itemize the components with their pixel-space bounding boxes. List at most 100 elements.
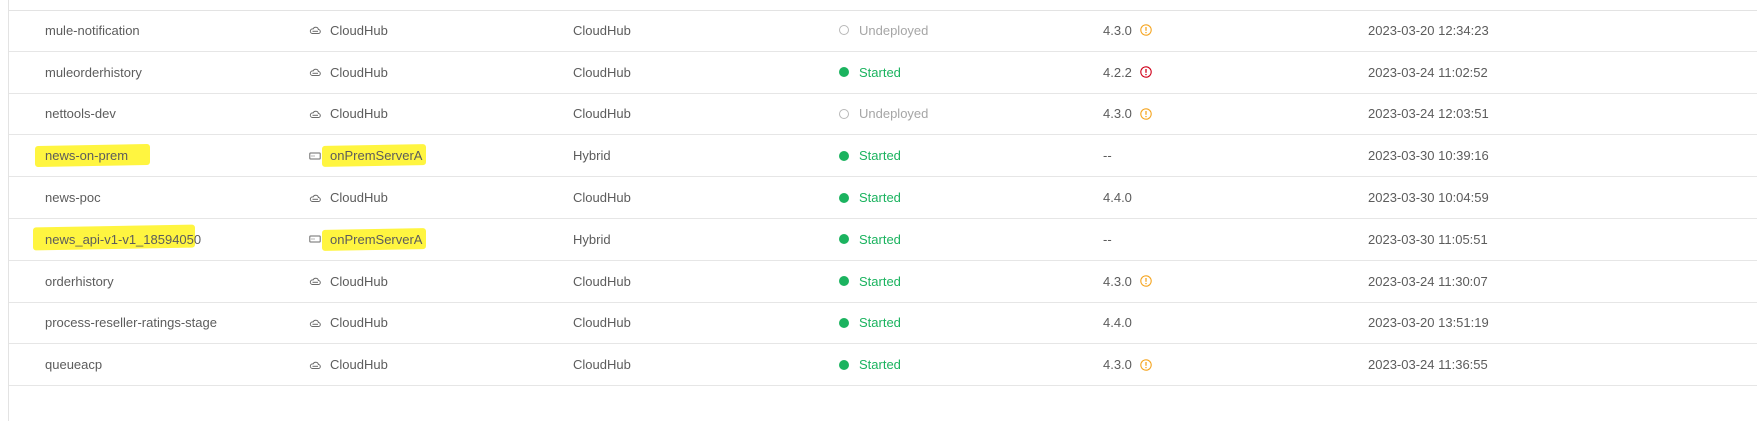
type-cell: Hybrid: [573, 135, 611, 176]
runtime-version: 4.4.0: [1103, 315, 1132, 331]
status-label: Started: [859, 190, 901, 206]
app-name[interactable]: queueacp: [45, 357, 102, 372]
type-cell: CloudHub: [573, 94, 631, 135]
app-name-cell[interactable]: nettools-dev: [45, 94, 116, 135]
last-updated: 2023-03-24 11:36:55: [1368, 357, 1488, 373]
app-name-cell[interactable]: news-poc: [45, 177, 101, 218]
table-row[interactable]: news-poc CloudHub CloudHub Started 4.4.0…: [9, 177, 1757, 219]
table-row[interactable]: orderhistory CloudHub CloudHub Started 4…: [9, 261, 1757, 303]
warning-icon[interactable]: [1140, 108, 1152, 120]
runtime-version-cell: 4.3.0: [1103, 10, 1152, 51]
last-updated-cell: 2023-03-24 11:30:07: [1368, 261, 1488, 302]
cloud-icon: [309, 108, 321, 120]
target-cell: onPremServerA: [309, 219, 422, 260]
table-row[interactable]: news_api-v1-v1_18594050 onPremServerA Hy…: [9, 219, 1757, 261]
status-cell: Started: [839, 52, 901, 93]
started-status-dot-icon: [839, 67, 849, 78]
app-name[interactable]: process-reseller-ratings-stage: [45, 315, 217, 330]
last-updated: 2023-03-24 12:03:51: [1368, 106, 1489, 122]
type-cell: CloudHub: [573, 177, 631, 218]
app-name[interactable]: mule-notification: [45, 23, 140, 38]
app-name[interactable]: orderhistory: [45, 274, 114, 289]
type-cell: Hybrid: [573, 219, 611, 260]
app-name[interactable]: muleorderhistory: [45, 65, 142, 80]
target-cell: CloudHub: [309, 261, 388, 302]
runtime-version-cell: 4.4.0: [1103, 303, 1132, 344]
server-type: CloudHub: [573, 315, 631, 331]
app-name-cell[interactable]: news-on-prem: [45, 135, 128, 176]
last-updated-cell: 2023-03-24 11:02:52: [1368, 52, 1488, 93]
cloud-icon: [309, 24, 321, 36]
app-name-cell[interactable]: process-reseller-ratings-stage: [45, 303, 217, 344]
server-type: CloudHub: [573, 106, 631, 122]
table-row[interactable]: news-on-prem onPremServerA Hybrid Starte…: [9, 135, 1757, 178]
app-name[interactable]: news-poc: [45, 190, 101, 205]
runtime-version: 4.4.0: [1103, 190, 1132, 206]
table-row[interactable]: process-reseller-ratings-stage CloudHub …: [9, 303, 1757, 345]
last-updated-cell: 2023-03-24 12:03:51: [1368, 94, 1489, 135]
server-type: Hybrid: [573, 148, 611, 164]
server-type: CloudHub: [573, 357, 631, 373]
status-label: Started: [859, 273, 901, 289]
target-name: CloudHub: [330, 357, 388, 373]
app-name[interactable]: nettools-dev: [45, 106, 116, 121]
started-status-dot-icon: [839, 234, 849, 245]
table-row[interactable]: muleorderhistory CloudHub CloudHub Start…: [9, 52, 1757, 94]
target-name: CloudHub: [330, 64, 388, 80]
runtime-version-cell: 4.3.0: [1103, 94, 1152, 135]
target-name: onPremServerA: [330, 231, 423, 247]
runtime-version: --: [1103, 148, 1112, 164]
status-cell: Started: [839, 135, 901, 176]
status-label: Started: [859, 315, 901, 331]
table-row[interactable]: mule-notification CloudHub CloudHub Unde…: [9, 10, 1757, 52]
last-updated: 2023-03-24 11:02:52: [1368, 64, 1488, 80]
cloud-icon: [309, 317, 321, 329]
app-name-cell[interactable]: news_api-v1-v1_18594050: [45, 219, 201, 260]
status-cell: Started: [839, 344, 901, 385]
cloud-icon: [309, 192, 321, 204]
app-name-cell[interactable]: mule-notification: [45, 10, 140, 51]
undeployed-status-dot-icon: [839, 25, 849, 36]
warning-icon[interactable]: [1140, 24, 1152, 37]
runtime-version-cell: 4.3.0: [1103, 344, 1152, 385]
status-label: Started: [859, 357, 901, 373]
app-name-cell[interactable]: orderhistory: [45, 261, 114, 302]
status-cell: Started: [839, 261, 901, 302]
runtime-version: 4.3.0: [1103, 22, 1132, 38]
last-updated: 2023-03-20 13:51:19: [1368, 315, 1489, 331]
runtime-version-cell: 4.4.0: [1103, 177, 1132, 218]
last-updated-cell: 2023-03-24 11:36:55: [1368, 344, 1488, 385]
server-type: CloudHub: [573, 64, 631, 80]
server-type: CloudHub: [573, 22, 631, 38]
target-cell: CloudHub: [309, 94, 388, 135]
last-updated: 2023-03-20 12:34:23: [1368, 22, 1489, 38]
type-cell: CloudHub: [573, 52, 631, 93]
table-row[interactable]: queueacp CloudHub CloudHub Started 4.3.0…: [9, 344, 1757, 387]
status-label: Started: [859, 231, 901, 247]
status-label: Undeployed: [859, 22, 929, 38]
app-name-cell[interactable]: queueacp: [45, 344, 102, 385]
target-name: CloudHub: [330, 22, 388, 38]
warning-icon[interactable]: [1140, 275, 1152, 287]
status-label: Undeployed: [859, 106, 929, 122]
applications-table: mule-notification CloudHub CloudHub Unde…: [9, 10, 1757, 387]
app-name[interactable]: news_api-v1-v1_18594050: [45, 232, 201, 247]
target-name: CloudHub: [330, 273, 388, 289]
app-name-cell[interactable]: muleorderhistory: [45, 52, 142, 93]
warning-icon[interactable]: [1140, 359, 1152, 371]
app-name[interactable]: news-on-prem: [45, 148, 128, 163]
last-updated-cell: 2023-03-30 11:05:51: [1368, 219, 1488, 260]
status-cell: Started: [839, 303, 901, 344]
target-cell: CloudHub: [309, 10, 388, 51]
runtime-version: --: [1103, 231, 1112, 247]
target-name: CloudHub: [330, 190, 388, 206]
last-updated-cell: 2023-03-30 10:39:16: [1368, 135, 1489, 176]
table-row[interactable]: nettools-dev CloudHub CloudHub Undeploye…: [9, 94, 1757, 136]
target-cell: CloudHub: [309, 52, 388, 93]
error-icon[interactable]: [1140, 66, 1152, 78]
target-cell: CloudHub: [309, 344, 388, 385]
status-label: Started: [859, 64, 901, 80]
last-updated-cell: 2023-03-30 10:04:59: [1368, 177, 1489, 218]
target-cell: onPremServerA: [309, 135, 422, 176]
server-icon: [309, 233, 321, 245]
